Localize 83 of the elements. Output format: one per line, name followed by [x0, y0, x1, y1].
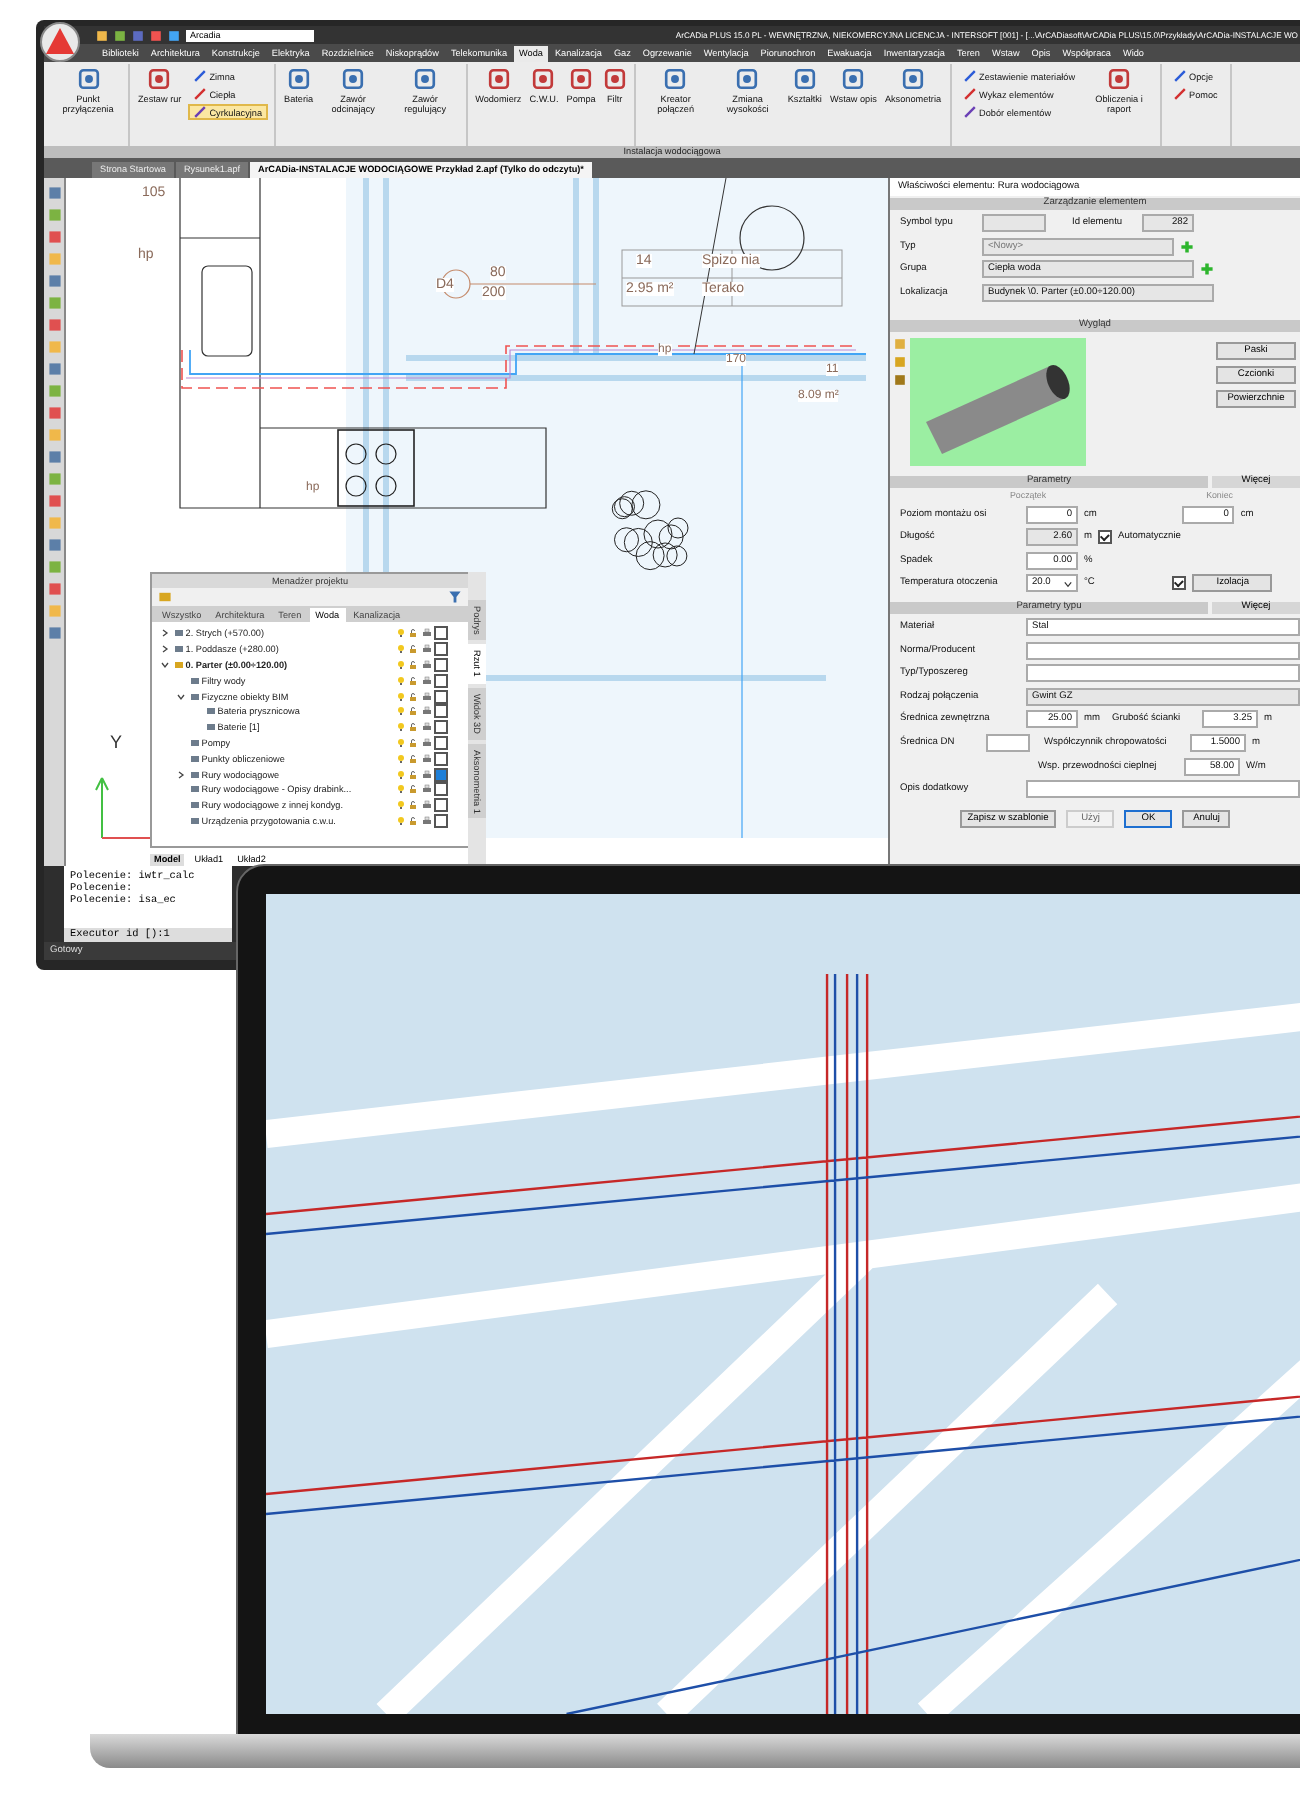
checkbox[interactable]	[434, 626, 448, 641]
printer-icon[interactable]	[421, 659, 431, 670]
lightbulb-icon[interactable]	[395, 675, 405, 686]
checkbox[interactable]	[1172, 576, 1187, 591]
input-field[interactable]	[1026, 641, 1300, 660]
checkbox[interactable]	[434, 673, 448, 688]
lock-icon[interactable]	[408, 644, 418, 655]
lock-icon[interactable]	[408, 800, 418, 811]
tool-icon	[414, 68, 437, 90]
input-field[interactable]	[1026, 664, 1300, 683]
printer-icon[interactable]	[421, 784, 431, 795]
lock-icon[interactable]	[408, 628, 418, 639]
chevron-right-icon[interactable]	[160, 628, 170, 639]
printer-icon[interactable]	[421, 737, 431, 748]
checkbox[interactable]	[434, 798, 448, 813]
printer-icon[interactable]	[421, 800, 431, 811]
chevron-down-icon[interactable]	[176, 691, 186, 702]
checkbox[interactable]	[434, 782, 448, 797]
chevron-down-icon	[1064, 579, 1072, 588]
tool-icon	[570, 68, 593, 90]
printer-icon[interactable]	[421, 815, 431, 826]
checkbox[interactable]	[434, 720, 448, 735]
lightbulb-icon[interactable]	[395, 644, 405, 655]
checkbox[interactable]	[434, 642, 448, 657]
tool-icon	[148, 68, 171, 90]
plan-label: Y	[110, 734, 123, 752]
lightbulb-icon[interactable]	[395, 784, 405, 795]
tool-icon	[842, 68, 865, 90]
checkbox[interactable]	[434, 735, 448, 750]
lock-icon[interactable]	[408, 675, 418, 686]
lock-icon[interactable]	[408, 815, 418, 826]
tool-icon	[901, 68, 924, 90]
lock-icon[interactable]	[408, 753, 418, 764]
lock-icon[interactable]	[408, 659, 418, 670]
printer-icon[interactable]	[421, 675, 431, 686]
chevron-right-icon[interactable]	[176, 769, 186, 780]
checkbox[interactable]	[434, 689, 448, 704]
printer-icon[interactable]	[421, 769, 431, 780]
add-icon[interactable]	[1200, 262, 1214, 277]
lightbulb-icon[interactable]	[395, 691, 405, 702]
tool-icon	[664, 68, 687, 90]
lightbulb-icon[interactable]	[395, 815, 405, 826]
tool-icon	[342, 68, 365, 90]
lock-icon[interactable]	[408, 706, 418, 717]
printer-icon[interactable]	[421, 628, 431, 639]
lock-icon[interactable]	[408, 737, 418, 748]
lightbulb-icon[interactable]	[395, 628, 405, 639]
tool-icon	[77, 68, 99, 90]
checkbox[interactable]	[434, 704, 448, 719]
lightbulb-icon[interactable]	[395, 737, 405, 748]
tool-icon	[532, 68, 555, 90]
printer-icon[interactable]	[421, 753, 431, 764]
printer-icon[interactable]	[421, 706, 431, 717]
lightbulb-icon[interactable]	[395, 753, 405, 764]
lightbulb-icon[interactable]	[395, 800, 405, 811]
checkbox[interactable]	[434, 767, 448, 782]
lightbulb-icon[interactable]	[395, 769, 405, 780]
lightbulb-icon[interactable]	[395, 659, 405, 670]
lightbulb-icon[interactable]	[395, 722, 405, 733]
lock-icon[interactable]	[408, 784, 418, 795]
lightbulb-icon[interactable]	[395, 706, 405, 717]
chevron-down-icon[interactable]	[160, 659, 170, 670]
tool-icon	[1108, 68, 1131, 90]
chevron-right-icon[interactable]	[160, 644, 170, 655]
input-field[interactable]	[982, 214, 1046, 233]
tool-icon	[487, 68, 510, 90]
tool-icon	[793, 68, 816, 90]
checkbox[interactable]	[434, 751, 448, 766]
tool-icon	[736, 68, 759, 90]
printer-icon[interactable]	[421, 691, 431, 702]
tool-icon	[287, 68, 310, 90]
lock-icon[interactable]	[408, 691, 418, 702]
checkbox[interactable]	[1098, 530, 1112, 545]
tool-icon	[603, 68, 626, 90]
lock-icon[interactable]	[408, 722, 418, 733]
printer-icon[interactable]	[421, 644, 431, 655]
add-icon[interactable]	[1180, 239, 1194, 254]
input-field[interactable]	[986, 734, 1030, 753]
printer-icon[interactable]	[421, 722, 431, 733]
input-field[interactable]	[1026, 780, 1300, 799]
checkbox[interactable]	[434, 813, 448, 828]
lock-icon[interactable]	[408, 769, 418, 780]
checkbox[interactable]	[434, 657, 448, 672]
